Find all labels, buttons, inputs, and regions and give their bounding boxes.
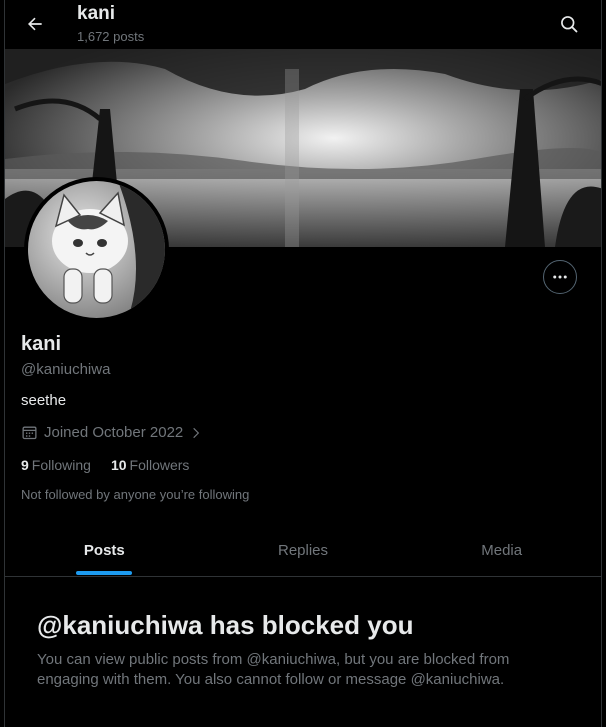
header-name: kani	[77, 3, 116, 24]
follow-stats: 9 Following 10 Followers	[21, 457, 189, 473]
header-post-count: 1,672 posts	[77, 29, 145, 44]
chevron-right-icon	[193, 427, 200, 438]
joined-date[interactable]: Joined October 2022	[21, 424, 203, 441]
tab-replies[interactable]: Replies	[204, 525, 403, 576]
not-followed-note: Not followed by anyone you’re following	[21, 487, 250, 502]
user-bio: seethe	[21, 392, 67, 409]
back-button[interactable]	[21, 10, 49, 38]
calendar-icon	[22, 426, 37, 440]
arrow-left-icon	[28, 17, 42, 31]
search-button[interactable]	[555, 10, 583, 38]
top-bar: kani 1,672 posts	[5, 0, 601, 49]
followers-count: 10	[110, 457, 127, 473]
tab-media-label: Media	[481, 542, 523, 559]
blocked-title: @kaniuchiwa has blocked you	[37, 610, 414, 640]
tab-posts[interactable]: Posts	[5, 525, 204, 576]
user-handle: @kaniuchiwa	[21, 361, 111, 378]
blocked-message: You can view public posts from @kaniuchi…	[37, 651, 510, 688]
display-name: kani	[21, 333, 62, 355]
more-options-button[interactable]	[543, 260, 577, 294]
following-link[interactable]: 9 Following	[21, 457, 91, 473]
search-icon	[561, 16, 578, 33]
tab-posts-label: Posts	[83, 542, 125, 559]
followers-label: Followers	[129, 457, 190, 473]
avatar-image	[28, 181, 165, 318]
active-tab-indicator	[76, 571, 133, 575]
following-label: Following	[31, 457, 91, 473]
tab-replies-label: Replies	[277, 542, 329, 559]
following-count: 9	[21, 457, 29, 473]
joined-date-text: Joined October 2022	[44, 424, 184, 441]
profile-page: kani 1,672 posts kani @kaniuchiwa seethe…	[4, 0, 602, 727]
tab-media[interactable]: Media	[402, 525, 601, 576]
profile-avatar[interactable]	[24, 177, 169, 322]
followers-link[interactable]: 10 Followers	[111, 457, 189, 473]
profile-tabs: Posts Replies Media	[5, 525, 601, 577]
more-horizontal-icon	[553, 275, 567, 279]
